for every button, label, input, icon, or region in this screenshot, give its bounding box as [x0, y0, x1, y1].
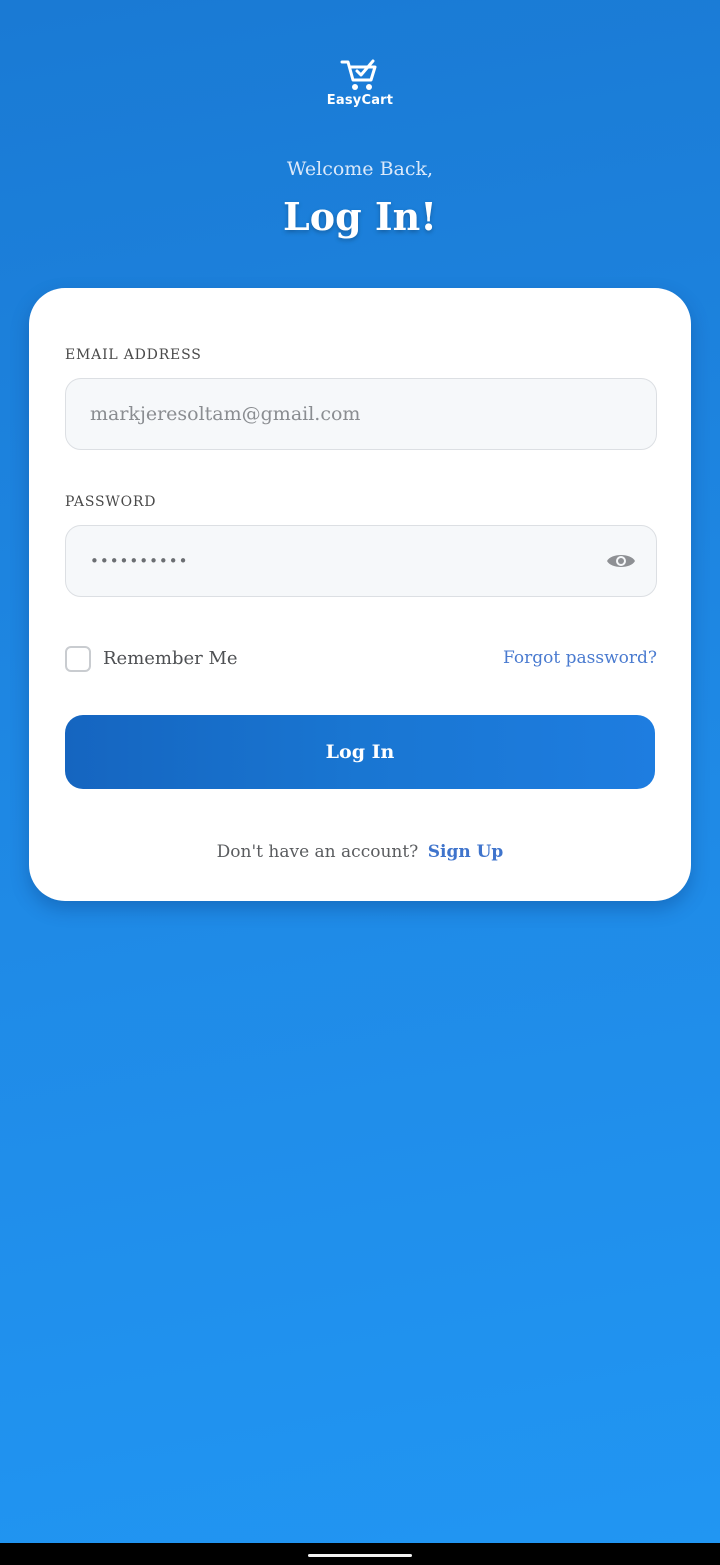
remember-row: Remember Me Forgot password? — [65, 646, 657, 674]
welcome-greeting: Welcome Back, — [286, 158, 434, 180]
system-nav-bar — [0, 1543, 720, 1565]
show-password-toggle[interactable] — [606, 549, 636, 573]
cart-check-icon — [340, 59, 377, 90]
app-name: EasyCart — [326, 93, 394, 108]
remember-me-checkbox[interactable] — [65, 646, 91, 672]
password-label: PASSWORD — [65, 494, 157, 510]
remember-me-label[interactable]: Remember Me — [103, 648, 238, 669]
signup-prompt: Don't have an account? — [216, 842, 419, 862]
forgot-password-link[interactable]: Forgot password? — [503, 648, 657, 668]
app-logo: EasyCart — [0, 58, 720, 108]
email-input[interactable] — [66, 379, 656, 449]
login-card: EMAIL ADDRESS PASSWORD •••••••••• Rememb… — [29, 288, 691, 901]
password-masked-value: •••••••••• — [90, 552, 189, 570]
home-indicator[interactable] — [308, 1554, 412, 1557]
page-title: Log In! — [283, 194, 437, 239]
email-label: EMAIL ADDRESS — [65, 347, 202, 363]
email-field-container — [65, 378, 657, 450]
password-input[interactable]: •••••••••• — [65, 525, 657, 597]
signup-row: Don't have an account? Sign Up — [29, 842, 691, 862]
eye-icon — [607, 555, 635, 567]
signup-link[interactable]: Sign Up — [428, 842, 504, 862]
login-button[interactable]: Log In — [65, 715, 655, 789]
